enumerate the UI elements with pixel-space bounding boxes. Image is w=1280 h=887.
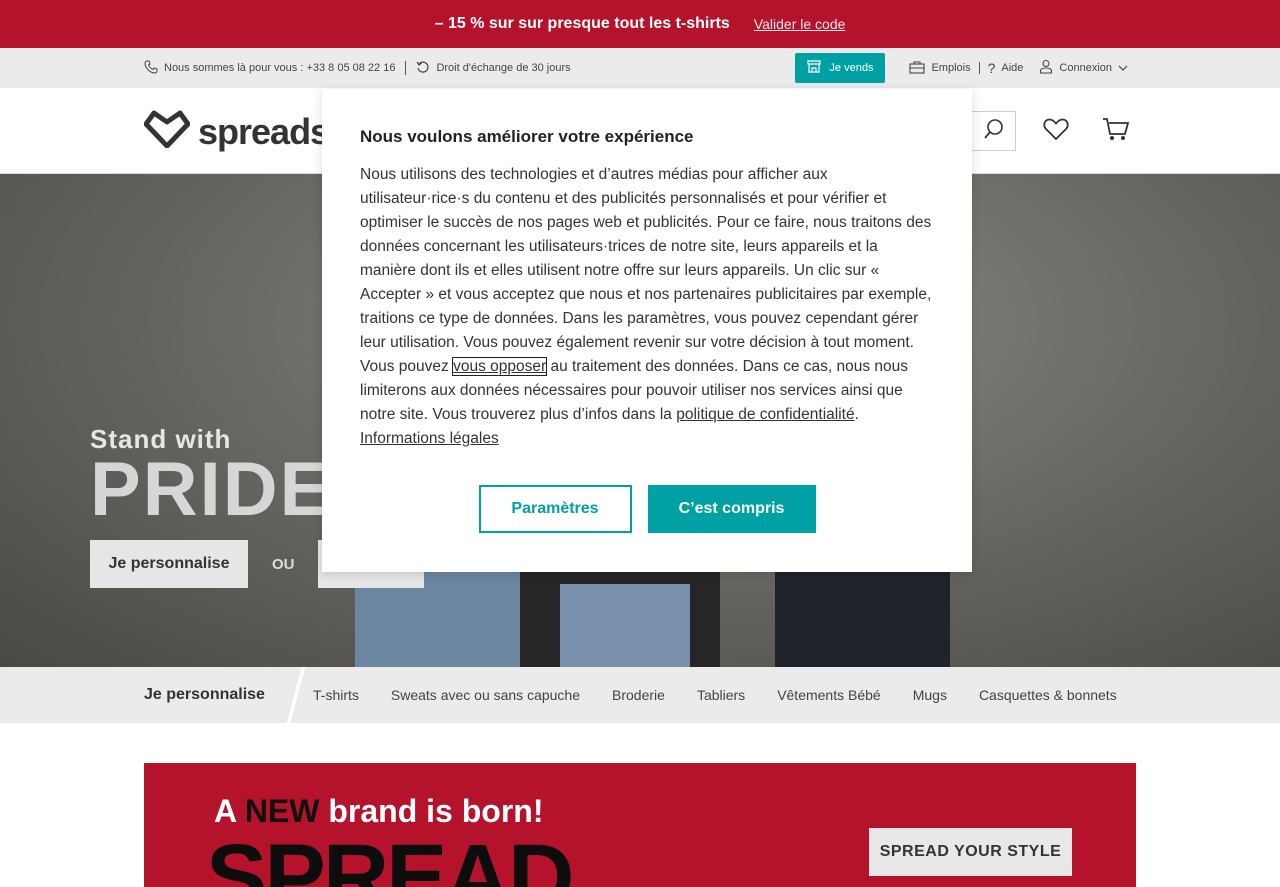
category-heading: Je personnalise — [144, 686, 265, 703]
promo-text: – 15 % sur sur presque tout les t-shirts — [434, 15, 730, 32]
cookie-consent-dialog: Nous voulons améliorer votre expérience … — [322, 89, 972, 572]
utility-left: Nous sommes là pour vous : +33 8 05 08 2… — [144, 48, 571, 88]
user-icon — [1039, 59, 1053, 77]
phone-text: Nous sommes là pour vous : +33 8 05 08 2… — [164, 62, 396, 74]
cart-button[interactable] — [1102, 116, 1130, 147]
utility-bar: Nous sommes là pour vous : +33 8 05 08 2… — [0, 48, 1280, 88]
jobs-link[interactable]: Emplois — [901, 60, 978, 77]
category-bar: Je personnalise T-shirts Sweats avec ou … — [0, 667, 1280, 723]
help-link[interactable]: ? Aide — [980, 60, 1032, 76]
hero-title: PRIDE — [90, 447, 333, 532]
search-button[interactable] — [972, 111, 1016, 151]
dialog-actions: Paramètres C’est compris — [322, 485, 972, 533]
jobs-label: Emplois — [931, 62, 971, 74]
divider — [405, 61, 407, 75]
search-icon — [983, 118, 1005, 145]
category-link-caps[interactable]: Casquettes & bonnets — [979, 687, 1117, 703]
heart-logo-icon — [143, 110, 191, 153]
category-link-mugs[interactable]: Mugs — [913, 687, 947, 703]
promo-bar: – 15 % sur sur presque tout les t-shirts… — [0, 0, 1280, 48]
settings-button[interactable]: Paramètres — [478, 485, 632, 533]
phone-icon — [144, 60, 158, 77]
accept-button[interactable]: C’est compris — [647, 485, 816, 533]
banner-brand-logo: SPREAD — [206, 826, 574, 887]
utility-right: Je vends Emplois ? Aide Connexion — [795, 48, 1136, 88]
return-arrow-icon — [416, 60, 430, 77]
phone-info: Nous sommes là pour vous : +33 8 05 08 2… — [144, 60, 395, 77]
category-link-tshirts[interactable]: T-shirts — [313, 687, 359, 703]
wishlist-button[interactable] — [1043, 118, 1069, 144]
divider — [284, 667, 308, 723]
login-link[interactable]: Connexion — [1031, 59, 1136, 77]
shop-icon — [807, 60, 822, 76]
hero-personalize-button[interactable]: Je personnalise — [90, 540, 248, 588]
spread-your-style-button[interactable]: SPREAD YOUR STYLE — [869, 828, 1072, 876]
question-icon: ? — [987, 60, 996, 76]
exchange-text: Droit d'échange de 30 jours — [436, 62, 571, 74]
opt-out-link[interactable]: vous opposer — [452, 357, 548, 376]
exchange-info: Droit d'échange de 30 jours — [416, 60, 571, 77]
hero-or-text: OU — [272, 556, 295, 573]
dialog-title: Nous voulons améliorer votre expérience — [360, 127, 694, 146]
category-link-aprons[interactable]: Tabliers — [697, 687, 745, 703]
category-link-embroidery[interactable]: Broderie — [612, 687, 665, 703]
dialog-text-1: Nous utilisons des technologies et d’aut… — [360, 166, 932, 375]
category-link-baby[interactable]: Vêtements Bébé — [777, 687, 881, 703]
brand-banner[interactable]: A NEW brand is born! SPREAD SPREAD YOUR … — [144, 763, 1136, 887]
hero-person-jeans-2 — [560, 584, 690, 667]
banner-headline-pre: A — [214, 793, 245, 829]
category-list: T-shirts Sweats avec ou sans capuche Bro… — [313, 667, 1117, 723]
chevron-down-icon — [1118, 62, 1128, 74]
dialog-text-3: . — [854, 406, 859, 423]
privacy-policy-link[interactable]: politique de confidentialité — [676, 406, 854, 423]
help-label: Aide — [1001, 62, 1024, 74]
dialog-body: Nous utilisons des technologies et d’aut… — [360, 163, 934, 451]
login-label: Connexion — [1059, 62, 1112, 74]
briefcase-icon — [909, 60, 926, 77]
banner-headline-new: NEW — [244, 793, 320, 829]
heart-icon — [1043, 117, 1069, 146]
cart-icon — [1102, 116, 1130, 147]
banner-headline: A NEW brand is born! — [214, 793, 543, 830]
legal-info-link[interactable]: Informations légales — [360, 430, 499, 447]
sell-label: Je vends — [829, 62, 874, 74]
sell-button[interactable]: Je vends — [795, 53, 886, 83]
promo-code-link[interactable]: Valider le code — [754, 16, 846, 32]
banner-headline-post: brand is born! — [319, 793, 544, 829]
category-link-sweats[interactable]: Sweats avec ou sans capuche — [391, 687, 580, 703]
